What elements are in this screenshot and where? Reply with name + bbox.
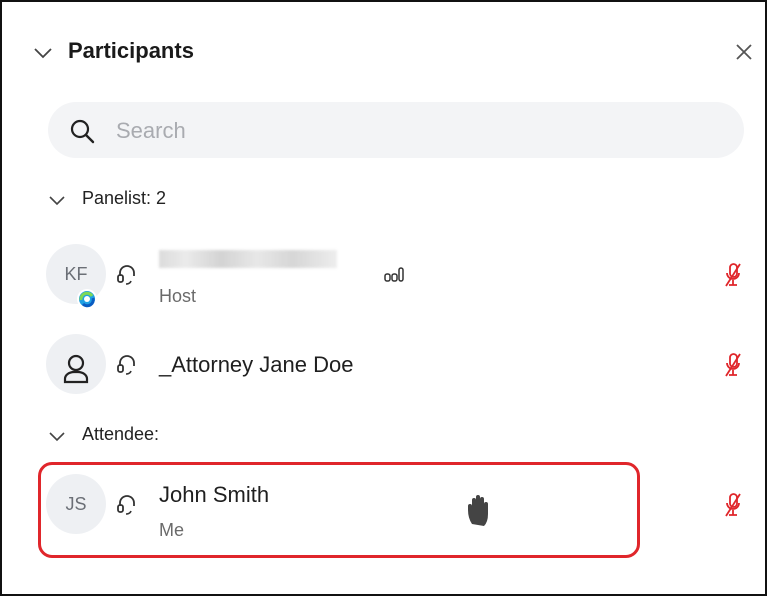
- section-label-attendees: Attendee:: [82, 424, 160, 444]
- chevron-down-icon[interactable]: [48, 430, 66, 449]
- close-icon[interactable]: [730, 38, 758, 66]
- headset-icon: [116, 352, 138, 381]
- audio-level-icon: [384, 266, 404, 287]
- chevron-down-icon[interactable]: [48, 194, 66, 213]
- mic-muted-icon[interactable]: [724, 262, 742, 293]
- chevron-down-icon[interactable]: [32, 42, 54, 69]
- section-label-panelists: Panelist: 2: [82, 188, 167, 208]
- webex-status-icon: [76, 274, 98, 309]
- participant-row-attorney[interactable]: _Attorney Jane Doe: [46, 334, 746, 398]
- mic-muted-icon[interactable]: [724, 352, 742, 383]
- mic-muted-icon[interactable]: [724, 492, 742, 523]
- section-attendees[interactable]: Attendee:: [48, 422, 448, 452]
- highlight-box: [38, 462, 640, 558]
- participant-role: Host: [159, 286, 197, 306]
- headset-icon: [116, 262, 138, 291]
- avatar: [46, 334, 106, 394]
- avatar: KF: [46, 244, 106, 309]
- panel-title: Participants: [68, 38, 194, 63]
- search-box[interactable]: [48, 102, 744, 158]
- redacted-name: [159, 250, 337, 268]
- section-panelists[interactable]: Panelist: 2: [48, 186, 448, 216]
- search-input[interactable]: [114, 112, 718, 150]
- panel-header: Participants: [32, 30, 762, 78]
- user-icon: [62, 348, 90, 408]
- search-icon: [68, 117, 96, 150]
- participants-panel: Participants Panelist: 2 KF: [0, 0, 767, 596]
- participant-row-host[interactable]: KF Host: [46, 244, 746, 309]
- participant-name: _Attorney Jane Doe: [159, 352, 354, 377]
